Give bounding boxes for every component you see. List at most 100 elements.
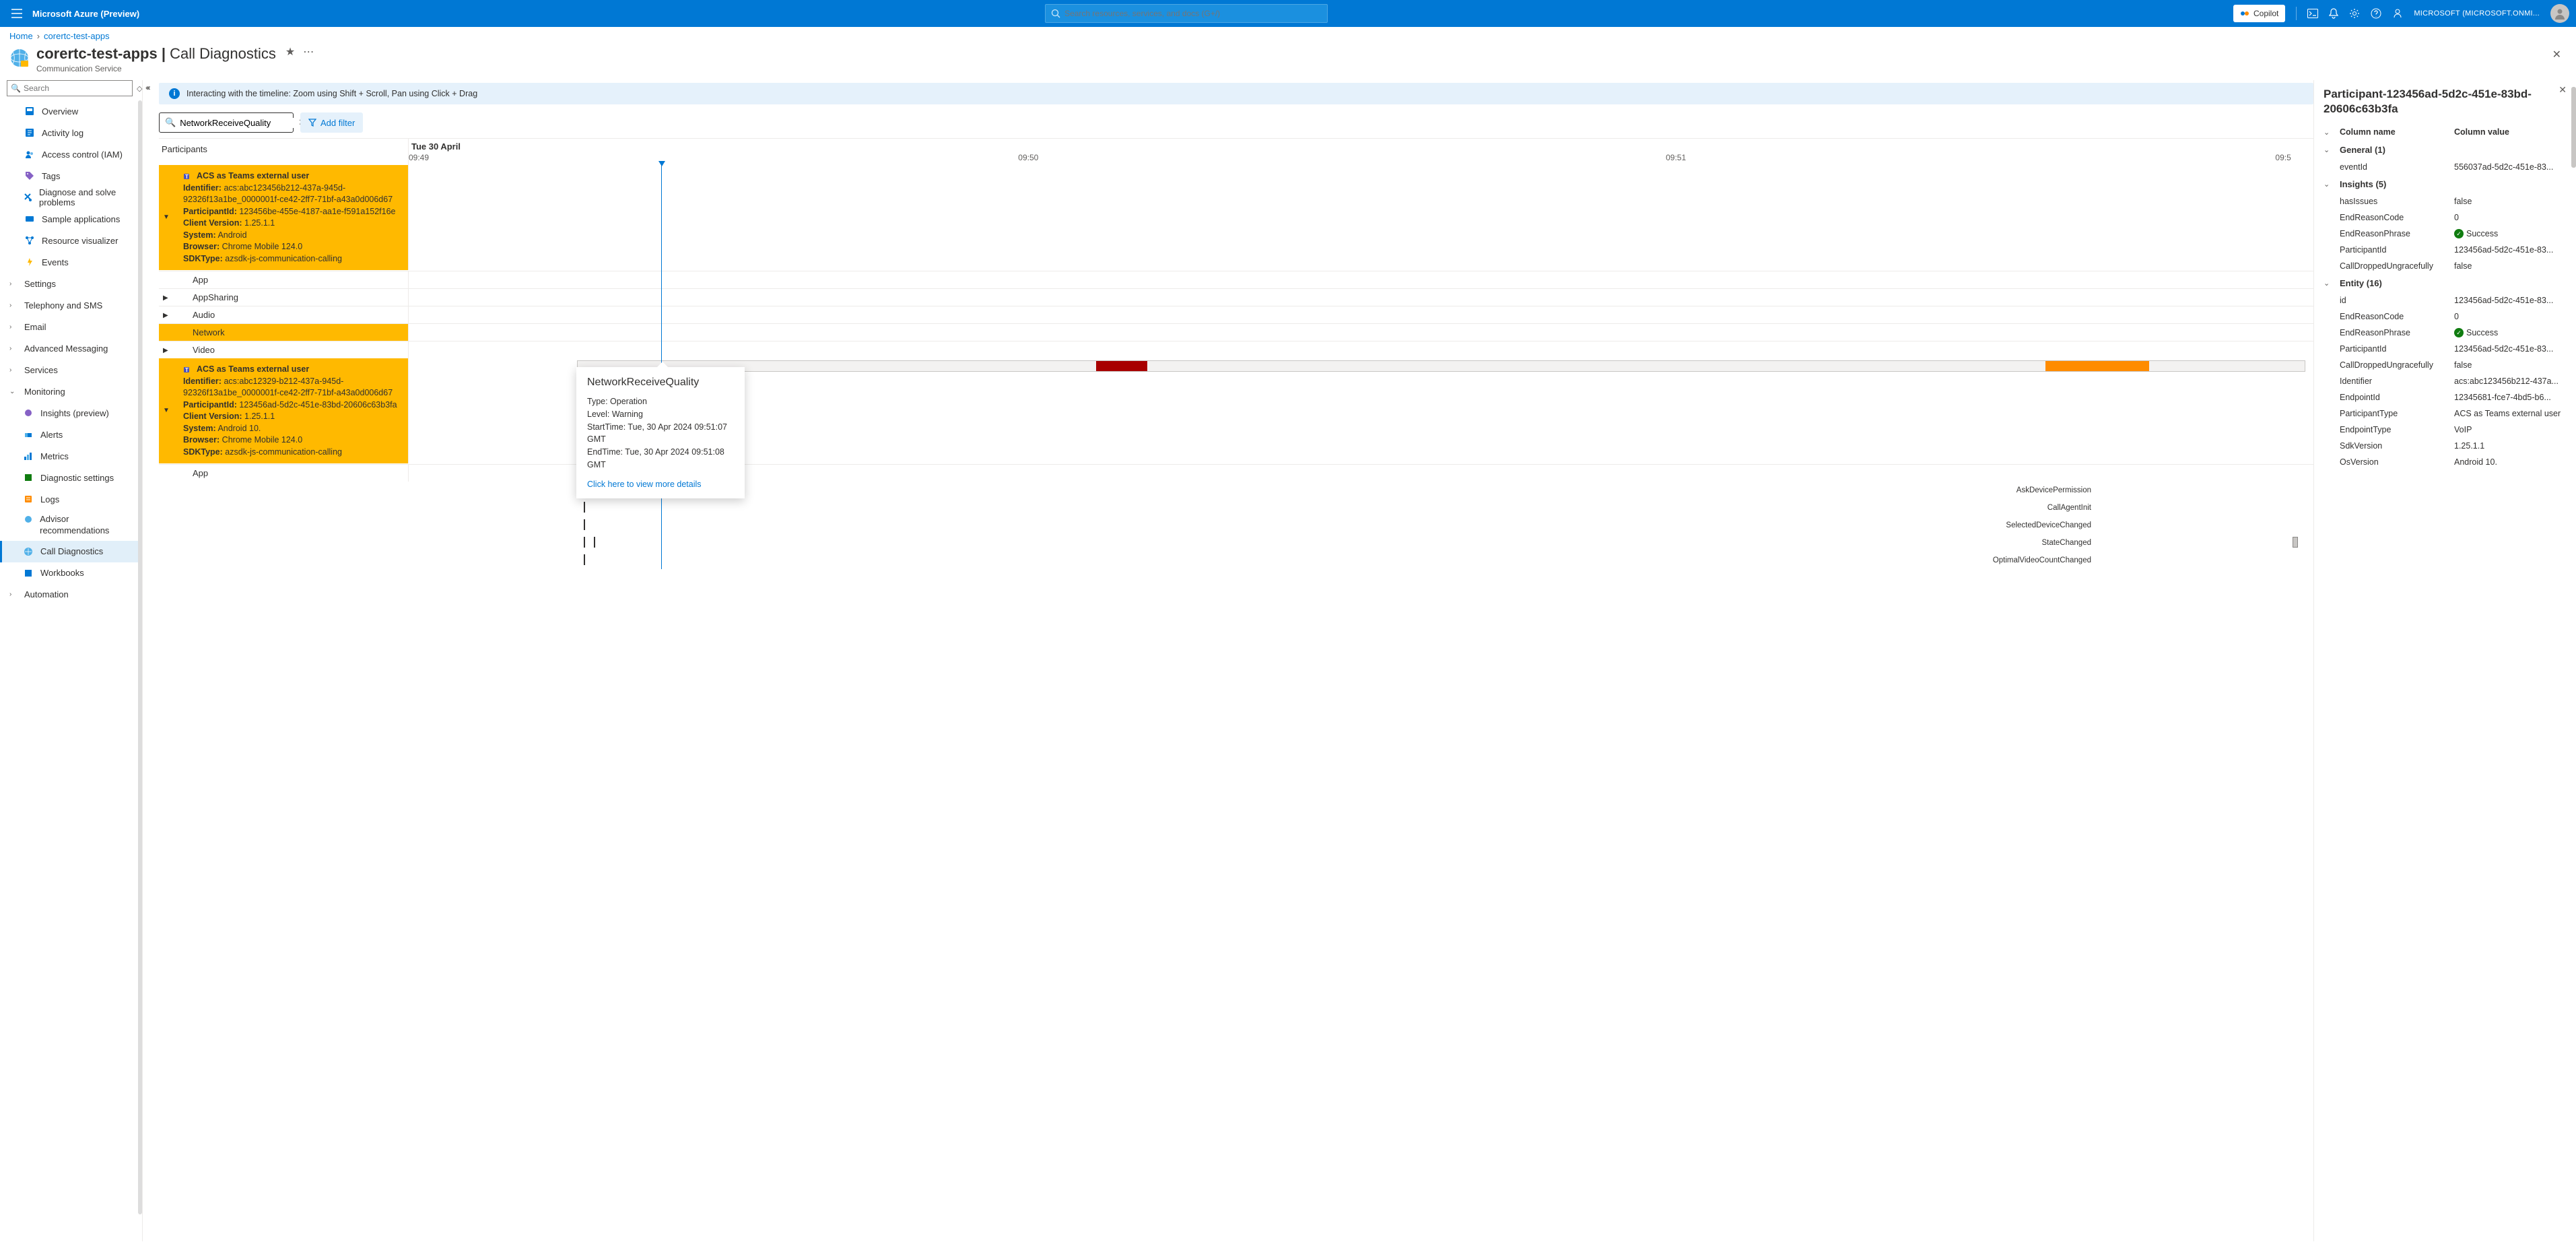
nav-services[interactable]: › Services: [0, 359, 142, 381]
track-app[interactable]: App: [159, 271, 408, 288]
section-insights[interactable]: ⌄Insights (5): [2324, 175, 2573, 193]
hamburger-menu-icon[interactable]: [7, 9, 27, 18]
help-icon[interactable]: [2371, 8, 2381, 19]
more-icon[interactable]: ⋯: [303, 45, 314, 59]
collapse-icon[interactable]: ▼: [163, 406, 170, 416]
nav-label: Services: [24, 365, 58, 375]
kv-key: SdkVersion: [2340, 441, 2454, 451]
nav-automation[interactable]: ›Automation: [0, 584, 142, 606]
nav-advmsg[interactable]: ›Advanced Messaging: [0, 337, 142, 359]
brand-label: Microsoft Azure (Preview): [32, 9, 139, 19]
filter-input[interactable]: [180, 118, 298, 128]
nav-label: Resource visualizer: [42, 236, 118, 246]
chevron-down-icon[interactable]: ⌄: [2324, 128, 2340, 137]
kv-row: CallDroppedUngracefullyfalse: [2324, 357, 2573, 373]
tooltip-details-link[interactable]: Click here to view more details: [587, 480, 734, 489]
track-network[interactable]: Network: [159, 324, 408, 341]
breadcrumb: Home › corertc-test-apps: [0, 27, 2576, 45]
nav-monitoring[interactable]: ⌄ Monitoring: [0, 381, 142, 402]
track-appsharing[interactable]: ▶AppSharing: [159, 289, 408, 306]
timeline-body[interactable]: ▼ TACS as Teams external user Identifier…: [159, 165, 2313, 569]
field-value: Android 10.: [217, 424, 261, 433]
event-marks: [584, 519, 587, 532]
chevron-down-icon: ⌄: [9, 388, 18, 395]
global-search[interactable]: [1045, 4, 1328, 23]
event-marks: [584, 537, 597, 550]
participant-card[interactable]: ▼ TACS as Teams external user Identifier…: [159, 358, 408, 463]
close-details-icon[interactable]: ✕: [2558, 84, 2567, 96]
sidebar-search-input[interactable]: [7, 80, 133, 96]
feedback-icon[interactable]: [2392, 8, 2403, 19]
kv-row: Identifieracs:abc123456b212-437a...: [2324, 373, 2573, 389]
field-label: ParticipantId:: [183, 207, 237, 216]
nav-activity[interactable]: Activity log: [0, 122, 142, 143]
nav-resvis[interactable]: Resource visualizer: [0, 230, 142, 251]
track-audio[interactable]: ▶Audio: [159, 306, 408, 323]
global-search-input[interactable]: [1064, 9, 1322, 18]
quality-bar[interactable]: [577, 360, 2305, 372]
nav-label: Diagnose and solve problems: [39, 187, 135, 207]
close-blade-icon[interactable]: ✕: [2547, 45, 2567, 64]
chevron-right-icon: ›: [37, 31, 40, 41]
kv-value: ✓Success: [2454, 229, 2573, 238]
tenant-label[interactable]: MICROSOFT (MICROSOFT.ONMI...: [2414, 9, 2540, 18]
nav-metrics[interactable]: Metrics: [0, 445, 142, 467]
breadcrumb-home[interactable]: Home: [9, 31, 33, 41]
kv-key: CallDroppedUngracefully: [2340, 360, 2454, 370]
kv-value: false: [2454, 360, 2573, 370]
nav-tags[interactable]: Tags: [0, 165, 142, 187]
collapse-handle-icon[interactable]: «: [145, 83, 150, 92]
search-icon: 🔍: [11, 84, 21, 93]
success-icon: ✓: [2454, 328, 2464, 337]
kv-row: EndReasonCode0: [2324, 308, 2573, 325]
nav-logs[interactable]: Logs: [0, 488, 142, 510]
track-app[interactable]: App: [159, 465, 408, 482]
add-filter-button[interactable]: Add filter: [300, 112, 363, 133]
nav-insights[interactable]: Insights (preview): [0, 402, 142, 424]
nav-events[interactable]: Events: [0, 251, 142, 273]
nav-calldiag[interactable]: Call Diagnostics: [0, 541, 142, 562]
expand-all-icon[interactable]: ◇: [137, 84, 142, 93]
notifications-icon[interactable]: [2329, 8, 2338, 19]
settings-icon[interactable]: [2349, 8, 2360, 19]
copilot-icon: [2240, 9, 2249, 18]
participant-title: ACS as Teams external user: [197, 170, 309, 183]
nav-advisor[interactable]: Advisor recommendations: [0, 510, 142, 541]
info-icon: i: [169, 88, 180, 99]
track-video[interactable]: ▶Video: [159, 341, 408, 358]
participant-card[interactable]: ▼ TACS as Teams external user Identifier…: [159, 165, 408, 270]
copilot-button[interactable]: Copilot: [2233, 5, 2285, 22]
nav-overview[interactable]: Overview: [0, 100, 142, 122]
nav-alerts[interactable]: Alerts: [0, 424, 142, 445]
nav-diagnose[interactable]: Diagnose and solve problems: [0, 187, 142, 208]
nav-label: Access control (IAM): [42, 150, 123, 160]
nav-settings[interactable]: ›Settings: [0, 273, 142, 294]
section-general[interactable]: ⌄General (1): [2324, 141, 2573, 159]
nav-workbooks[interactable]: Workbooks: [0, 562, 142, 584]
nav-diagset[interactable]: Diagnostic settings: [0, 467, 142, 488]
section-entity[interactable]: ⌄Entity (16): [2324, 274, 2573, 292]
favorite-star-icon[interactable]: ★: [285, 45, 295, 59]
details-scrollbar[interactable]: [2571, 87, 2576, 168]
nav-label: Logs: [40, 494, 59, 504]
nav-email[interactable]: ›Email: [0, 316, 142, 337]
breadcrumb-current[interactable]: corertc-test-apps: [44, 31, 110, 41]
nav-label: Monitoring: [24, 387, 65, 397]
kv-key: id: [2340, 296, 2454, 305]
kv-key: ParticipantId: [2340, 245, 2454, 255]
nav-label: Settings: [24, 279, 56, 289]
nav-sample[interactable]: Sample applications: [0, 208, 142, 230]
cloud-shell-icon[interactable]: [2307, 9, 2318, 18]
chevron-down-icon: ⌄: [2324, 279, 2340, 288]
nav-telephony[interactable]: ›Telephony and SMS: [0, 294, 142, 316]
chevron-right-icon: ›: [9, 366, 18, 374]
kv-row: eventId556037ad-5d2c-451e-83...: [2324, 159, 2573, 175]
page-title-sep: |: [158, 45, 170, 62]
event-tooltip: NetworkReceiveQuality Type: Operation Le…: [576, 367, 745, 498]
kv-value: 0: [2454, 312, 2573, 321]
sidebar-scrollbar[interactable]: [138, 100, 142, 1214]
nav-iam[interactable]: Access control (IAM): [0, 143, 142, 165]
avatar[interactable]: [2550, 4, 2569, 23]
collapse-icon[interactable]: ▼: [163, 213, 170, 222]
kv-key: OsVersion: [2340, 457, 2454, 467]
